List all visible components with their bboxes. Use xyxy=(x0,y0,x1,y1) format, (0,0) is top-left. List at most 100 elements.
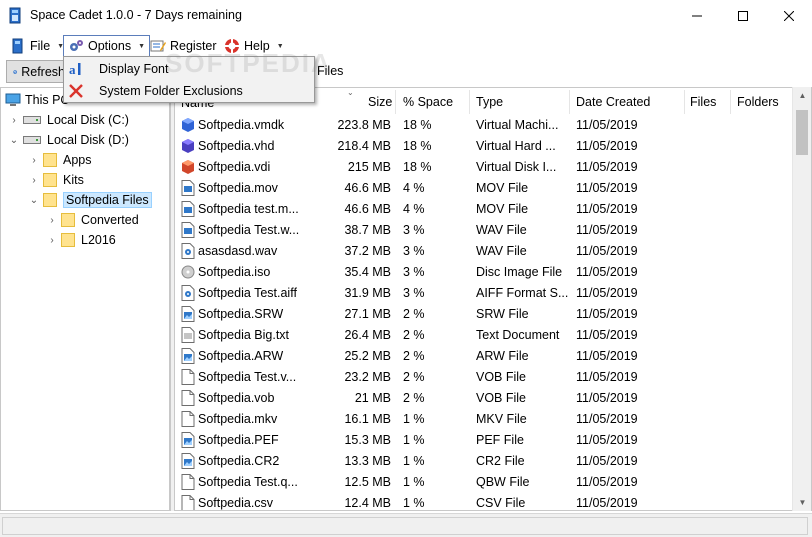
file-list[interactable]: Name ⌄ Size % Space Type Date Created Fi… xyxy=(174,87,812,511)
system-folder-exclusions-label: System Folder Exclusions xyxy=(99,84,243,98)
tree-item[interactable]: › Converted xyxy=(47,210,139,230)
column-separator xyxy=(569,90,570,114)
table-row[interactable]: Softpedia test.m... 46.6 MB 4 % MOV File 11/… xyxy=(175,199,795,220)
tree-item[interactable]: This PC xyxy=(5,90,69,110)
cell-size: 46.6 MB xyxy=(344,202,391,216)
maximize-button[interactable] xyxy=(720,0,766,32)
cell-date: 11/05/2019 xyxy=(576,265,638,279)
cell-size: 38.7 MB xyxy=(344,223,391,237)
blank-file-icon xyxy=(181,474,195,490)
table-row[interactable]: Softpedia Test.q... 12.5 MB 1 % QBW File 11/… xyxy=(175,472,795,493)
cell-size: 25.2 MB xyxy=(344,349,391,363)
column-separator xyxy=(684,90,685,114)
folder-tree[interactable]: This PC › Local Disk (C:) ⌄ Local Disk (D:) ›… xyxy=(0,87,170,511)
tree-item[interactable]: ⌄ Softpedia Files xyxy=(29,190,152,210)
minimize-button[interactable] xyxy=(674,0,720,32)
cell-name: Softpedia.mov xyxy=(198,181,278,195)
drive-icon xyxy=(23,116,41,124)
chevron-right-icon[interactable]: › xyxy=(29,175,39,186)
register-icon xyxy=(150,40,166,52)
chevron-down-icon: ▼ xyxy=(138,42,146,50)
scroll-down-icon[interactable]: ▼ xyxy=(793,494,812,511)
column-size[interactable]: Size xyxy=(368,95,392,109)
cell-type: Virtual Machi... xyxy=(476,118,559,132)
cell-date: 11/05/2019 xyxy=(576,496,638,510)
chevron-right-icon[interactable]: › xyxy=(29,155,39,166)
cell-percent: 18 % xyxy=(403,139,432,153)
cell-name: Softpedia.vob xyxy=(198,391,275,405)
cell-size: 37.2 MB xyxy=(344,244,391,258)
cell-size: 26.4 MB xyxy=(344,328,391,342)
tree-item[interactable]: › Local Disk (C:) xyxy=(9,110,129,130)
folder-icon xyxy=(43,193,57,207)
column-type[interactable]: Type xyxy=(476,95,503,109)
table-row[interactable]: Softpedia.vdi 215 MB 18 % Virtual Disk I...… xyxy=(175,157,795,178)
cell-percent: 3 % xyxy=(403,244,425,258)
table-row[interactable]: Softpedia Test.w... 38.7 MB 3 % WAV File 11/… xyxy=(175,220,795,241)
title-bar[interactable]: Space Cadet 1.0.0 - 7 Days remaining xyxy=(0,0,812,32)
cell-date: 11/05/2019 xyxy=(576,160,638,174)
table-row[interactable]: Softpedia.mkv 16.1 MB 1 % MKV File 11/05/201… xyxy=(175,409,795,430)
cell-size: 21 MB xyxy=(354,391,391,405)
tree-item[interactable]: › Apps xyxy=(29,150,92,170)
gears-icon xyxy=(70,40,83,51)
menu-item-system-folder-exclusions[interactable]: System Folder Exclusions xyxy=(64,80,314,102)
column-date-created[interactable]: Date Created xyxy=(576,95,650,109)
cell-name: Softpedia Test.aiff xyxy=(198,286,297,300)
drive-icon xyxy=(23,136,41,144)
scroll-thumb[interactable] xyxy=(796,110,808,155)
cell-date: 11/05/2019 xyxy=(576,349,638,363)
cell-percent: 18 % xyxy=(403,160,432,174)
tree-item[interactable]: › L2016 xyxy=(47,230,116,250)
cell-date: 11/05/2019 xyxy=(576,223,638,237)
table-row[interactable]: Softpedia.vhd 218.4 MB 18 % Virtual Hard ..… xyxy=(175,136,795,157)
menu-file[interactable]: File ▼ xyxy=(6,35,68,57)
table-row[interactable]: Softpedia.vmdk 223.8 MB 18 % Virtual Machi.… xyxy=(175,115,795,136)
cell-percent: 2 % xyxy=(403,328,425,342)
window-title: Space Cadet 1.0.0 - 7 Days remaining xyxy=(30,8,242,22)
chevron-down-icon[interactable]: ⌄ xyxy=(9,135,19,146)
column-files[interactable]: Files xyxy=(690,95,716,109)
softpedia-watermark: SOFTPEDIA xyxy=(165,48,332,78)
cell-type: WAV File xyxy=(476,223,527,237)
column-percent-space[interactable]: % Space xyxy=(403,95,453,109)
cube-orange-icon xyxy=(182,160,194,174)
chevron-right-icon[interactable]: › xyxy=(47,215,57,226)
cell-name: Softpedia Test.q... xyxy=(198,475,298,489)
table-row[interactable]: Softpedia.ARW 25.2 MB 2 % ARW File 11/05/201… xyxy=(175,346,795,367)
media-file-icon xyxy=(181,222,195,238)
audio-file-icon xyxy=(181,243,195,259)
cell-type: Disc Image File xyxy=(476,265,563,279)
column-folders[interactable]: Folders xyxy=(737,95,779,109)
status-panel xyxy=(2,517,808,535)
close-button[interactable] xyxy=(766,0,812,32)
tree-item[interactable]: › Kits xyxy=(29,170,84,190)
column-separator xyxy=(469,90,470,114)
menu-bar: File ▼ Options ▼ Register Help ▼ xyxy=(0,35,812,57)
folder-icon xyxy=(43,153,57,167)
table-row[interactable]: Softpedia.csv 12.4 MB 1 % CSV File 11/05/201… xyxy=(175,493,795,510)
chevron-right-icon[interactable]: › xyxy=(47,235,57,246)
table-row[interactable]: Softpedia Test.v... 23.2 MB 2 % VOB File 11/… xyxy=(175,367,795,388)
table-row[interactable]: Softpedia Test.aiff 31.9 MB 3 % AIFF Format… xyxy=(175,283,795,304)
table-row[interactable]: asasdasd.wav 37.2 MB 3 % WAV File 11/05/2019 xyxy=(175,241,795,262)
menu-options[interactable]: Options ▼ xyxy=(63,35,151,57)
cell-date: 11/05/2019 xyxy=(576,391,638,405)
table-row[interactable]: Softpedia.PEF 15.3 MB 1 % PEF File 11/05/201… xyxy=(175,430,795,451)
vertical-scrollbar[interactable]: ▲ ▼ xyxy=(792,87,811,511)
table-row[interactable]: Softpedia Big.txt 26.4 MB 2 % Text Document… xyxy=(175,325,795,346)
chevron-down-icon[interactable]: ⌄ xyxy=(29,195,39,206)
refresh-button[interactable]: Refresh xyxy=(6,60,66,83)
table-row[interactable]: Softpedia.iso 35.4 MB 3 % Disc Image File 11… xyxy=(175,262,795,283)
table-row[interactable]: Softpedia.vob 21 MB 2 % VOB File 11/05/2019 xyxy=(175,388,795,409)
table-row[interactable]: Softpedia.CR2 13.3 MB 1 % CR2 File 11/05/201… xyxy=(175,451,795,472)
table-row[interactable]: Softpedia.mov 46.6 MB 4 % MOV File 11/05/201… xyxy=(175,178,795,199)
cell-type: VOB File xyxy=(476,370,527,384)
cell-size: 15.3 MB xyxy=(344,433,391,447)
chevron-right-icon[interactable]: › xyxy=(9,115,19,126)
cell-size: 31.9 MB xyxy=(344,286,391,300)
blank-file-icon xyxy=(181,411,195,427)
tree-item[interactable]: ⌄ Local Disk (D:) xyxy=(9,130,129,150)
table-row[interactable]: Softpedia.SRW 27.1 MB 2 % SRW File 11/05/201… xyxy=(175,304,795,325)
scroll-up-icon[interactable]: ▲ xyxy=(793,87,812,104)
